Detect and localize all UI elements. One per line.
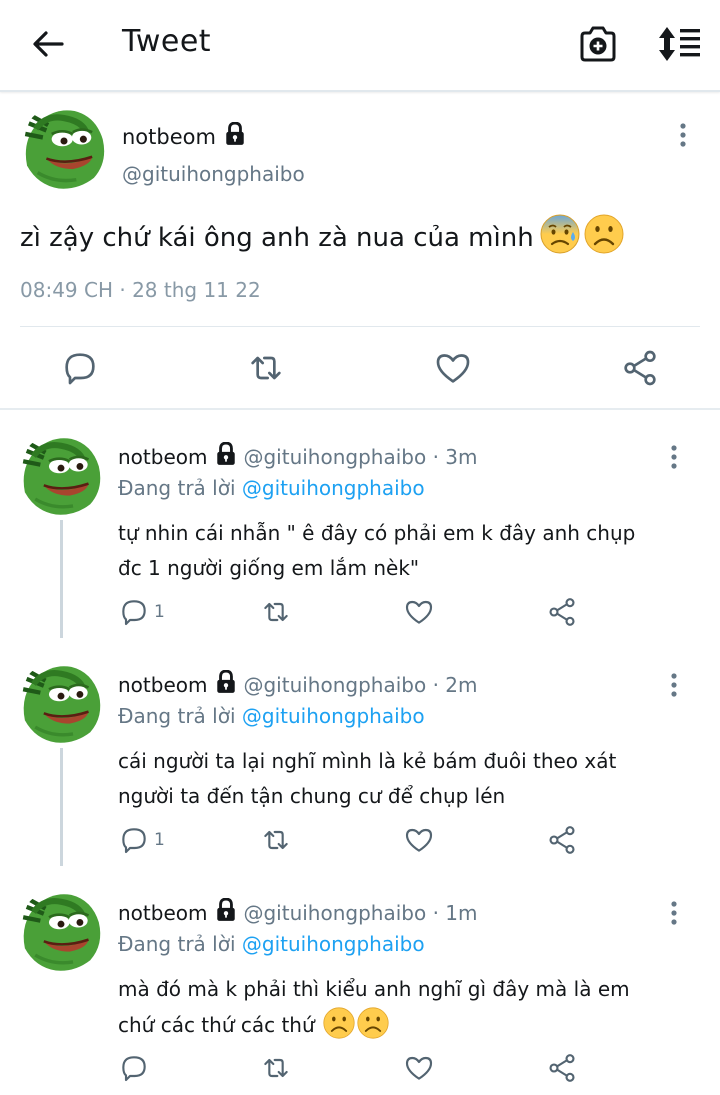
reply-tweet[interactable]: notbeom @gituihongphaibo · 1m Đang trả lờ…	[0, 866, 720, 1094]
like-icon[interactable]	[403, 1052, 435, 1084]
author-handle-time: @gituihongphaibo · 3m	[243, 445, 478, 469]
author-name[interactable]: notbeom	[118, 673, 207, 697]
more-options-icon[interactable]	[678, 122, 688, 148]
replying-to: Đang trả lời @gituihongphaibo	[118, 476, 425, 500]
frowning-face-icon	[356, 1007, 389, 1039]
retweet-icon[interactable]	[260, 1052, 292, 1084]
reply-text: cái người ta lại nghĩ mình là kẻ bám đuô…	[118, 749, 617, 808]
anxious-sweat-face-icon	[539, 214, 580, 254]
author-name[interactable]: notbeom	[118, 901, 207, 925]
back-arrow-icon[interactable]	[28, 26, 68, 62]
author-handle[interactable]: @gituihongphaibo	[122, 162, 305, 186]
reply-tweet[interactable]: notbeom @gituihongphaibo · 3m Đang trả lờ…	[0, 410, 720, 638]
author-handle-time: @gituihongphaibo · 2m	[243, 673, 478, 697]
share-icon[interactable]	[546, 596, 578, 628]
frowning-face-icon	[322, 1007, 355, 1039]
action-bar	[0, 342, 720, 394]
reply-count: 1	[154, 602, 165, 622]
author-name[interactable]: notbeom	[118, 445, 207, 469]
reply-tweet[interactable]: notbeom @gituihongphaibo · 2m Đang trả lờ…	[0, 638, 720, 866]
reply-header: notbeom @gituihongphaibo · 3m	[118, 442, 478, 469]
more-options-icon[interactable]	[669, 900, 679, 926]
replying-to-link[interactable]: @gituihongphaibo	[242, 476, 425, 500]
tweet-timestamp: 08:49 CH · 28 thg 11 22	[20, 278, 261, 302]
action-bar: 1	[0, 824, 720, 864]
reply-header: notbeom @gituihongphaibo · 2m	[118, 670, 478, 697]
action-bar	[0, 1052, 720, 1092]
avatar[interactable]	[20, 104, 108, 192]
more-options-icon[interactable]	[669, 672, 679, 698]
reply-text: tự nhin cái nhẫn " ê đây có phải em k đâ…	[118, 521, 636, 580]
replying-to: Đang trả lời @gituihongphaibo	[118, 704, 425, 728]
retweet-icon[interactable]	[260, 824, 292, 856]
reply-icon[interactable]	[118, 824, 150, 856]
more-options-icon[interactable]	[669, 444, 679, 470]
frowning-face-icon	[583, 214, 624, 254]
reply-icon[interactable]	[118, 1052, 150, 1084]
action-bar: 1	[0, 596, 720, 636]
main-tweet: notbeom @gituihongphaibo zì zậy chứ kái …	[0, 92, 720, 408]
retweet-icon[interactable]	[246, 348, 286, 388]
avatar[interactable]	[18, 660, 104, 746]
avatar[interactable]	[18, 432, 104, 518]
like-icon[interactable]	[403, 596, 435, 628]
reply-icon[interactable]	[60, 348, 100, 388]
camera-add-icon[interactable]	[578, 24, 618, 64]
share-icon[interactable]	[546, 824, 578, 856]
author-name[interactable]: notbeom	[122, 122, 246, 149]
replying-to: Đang trả lời @gituihongphaibo	[118, 932, 425, 956]
replying-to-link[interactable]: @gituihongphaibo	[242, 704, 425, 728]
author-handle-time: @gituihongphaibo · 1m	[243, 901, 478, 925]
reply-header: notbeom @gituihongphaibo · 1m	[118, 898, 478, 925]
tweet-text: zì zậy chứ kái ông anh zà nua của mình	[20, 214, 624, 254]
top-app-bar: Tweet	[0, 0, 720, 92]
lock-icon	[216, 670, 237, 694]
divider	[20, 326, 700, 327]
sort-toggle-icon[interactable]	[656, 24, 702, 64]
retweet-icon[interactable]	[260, 596, 292, 628]
reply-count: 1	[154, 830, 165, 850]
share-icon[interactable]	[620, 348, 660, 388]
replying-to-link[interactable]: @gituihongphaibo	[242, 932, 425, 956]
like-icon[interactable]	[433, 348, 473, 388]
avatar[interactable]	[18, 888, 104, 974]
reply-icon[interactable]	[118, 596, 150, 628]
lock-icon	[216, 898, 237, 922]
page-title: Tweet	[122, 24, 212, 59]
share-icon[interactable]	[546, 1052, 578, 1084]
reply-text: mà đó mà k phải thì kiểu anh nghĩ gì đây…	[118, 977, 630, 1039]
lock-icon	[224, 122, 246, 146]
like-icon[interactable]	[403, 824, 435, 856]
lock-icon	[216, 442, 237, 466]
